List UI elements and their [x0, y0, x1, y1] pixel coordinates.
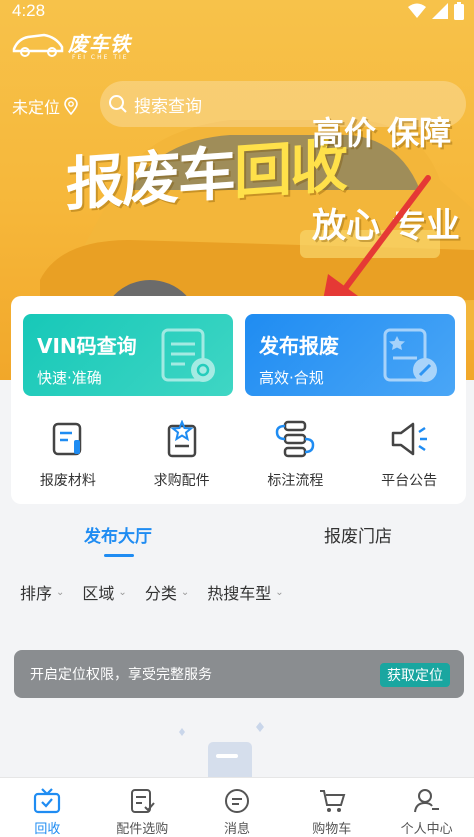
parts-list-icon [131, 789, 155, 813]
filter-label: 热搜车型 [207, 584, 272, 603]
quick-actions-card: VIN码查询 快速·准确 发布报废 高效·合规 报废材料 求购配件 标注流程 平… [11, 296, 466, 504]
tabbar-label: 个人中心 [400, 822, 453, 837]
chevron-down-icon: ⌄ [275, 586, 284, 598]
filter-hot-models[interactable]: 热搜车型 ⌄ [207, 580, 283, 604]
filter-label: 区域 [82, 584, 115, 603]
battery-icon [454, 2, 464, 20]
report-search-icon [161, 328, 215, 382]
tabbar-parts[interactable]: 配件选购 [95, 778, 190, 837]
tab-scrap-stores[interactable]: 报废门店 [324, 522, 392, 547]
search-placeholder: 搜索查询 [134, 96, 202, 117]
status-icons [408, 2, 464, 20]
status-time: 4:28 [12, 1, 46, 20]
filter-bar: 排序 ⌄ 区域 ⌄ 分类 ⌄ 热搜车型 ⌄ [20, 580, 302, 604]
tabbar-messages[interactable]: 消息 [190, 778, 285, 837]
menu-label: 报废材料 [39, 473, 96, 489]
status-bar: 4:28 [0, 0, 474, 24]
tabbar-recycle[interactable]: 回收 [0, 778, 95, 837]
menu-item-scrap-materials[interactable]: 报废材料 [11, 414, 125, 490]
chevron-down-icon: ⌄ [118, 586, 127, 598]
tab-active-indicator [104, 554, 134, 557]
tabbar-label: 消息 [223, 822, 250, 837]
banner-main-a: 报废车 [66, 139, 235, 219]
menu-item-process[interactable]: 标注流程 [239, 414, 353, 490]
filter-category[interactable]: 分类 ⌄ [145, 580, 189, 604]
wifi-icon [408, 3, 426, 18]
megaphone-icon [391, 422, 428, 456]
brand-logo: 废车铁 FEI CHE TIE [12, 28, 131, 61]
search-icon [109, 95, 127, 113]
tab-publish-hall[interactable]: 发布大厅 [84, 522, 152, 547]
tabbar-profile[interactable]: 个人中心 [379, 778, 474, 837]
menu-label: 平台公告 [381, 473, 438, 489]
filter-label: 分类 [144, 584, 177, 603]
get-location-button[interactable]: 获取定位 [380, 663, 450, 687]
tabbar-cart[interactable]: 购物车 [284, 778, 379, 837]
user-icon [413, 789, 439, 813]
document-wrench-icon [383, 328, 437, 382]
notice-text: 开启定位权限，享受完整服务 [30, 667, 212, 683]
message-icon [224, 789, 249, 813]
content-tabs: 发布大厅 报废门店 [0, 512, 474, 562]
filter-sort[interactable]: 排序 ⌄ [20, 580, 64, 604]
menu-item-buy-parts[interactable]: 求购配件 [125, 414, 239, 490]
location-permission-notice: 开启定位权限，享受完整服务 获取定位 [14, 650, 464, 698]
document-icon [52, 422, 82, 456]
menu-label: 标注流程 [267, 473, 324, 489]
banner-tag-1: 高价 保障 [312, 114, 452, 152]
publish-scrap-button[interactable]: 发布报废 高效·合规 [245, 314, 455, 396]
car-logo-icon [12, 33, 64, 57]
tabbar-label: 购物车 [312, 822, 352, 837]
menu-label: 求购配件 [153, 473, 210, 489]
chevron-down-icon: ⌄ [56, 586, 65, 598]
shortcut-menu: 报废材料 求购配件 标注流程 平台公告 [11, 414, 466, 490]
clipboard-star-icon [167, 420, 196, 458]
brand-sub: FEI CHE TIE [72, 54, 129, 61]
vin-query-button[interactable]: VIN码查询 快速·准确 [23, 314, 233, 396]
brand-name: 废车铁 [68, 32, 131, 56]
tabbar-label: 回收 [34, 822, 61, 837]
filter-region[interactable]: 区域 ⌄ [82, 580, 126, 604]
location-selector[interactable]: 未定位 [12, 94, 78, 118]
recycle-tv-icon [34, 788, 61, 814]
flow-icon [276, 420, 315, 458]
location-pin-icon [64, 97, 78, 115]
location-label: 未定位 [12, 98, 61, 117]
filter-label: 排序 [20, 584, 53, 603]
signal-icon [432, 3, 448, 19]
cart-icon [319, 790, 346, 812]
tabbar-label: 配件选购 [116, 822, 169, 837]
menu-item-announcements[interactable]: 平台公告 [352, 414, 466, 490]
chevron-down-icon: ⌄ [180, 586, 190, 598]
empty-state-illustration [179, 722, 264, 780]
bottom-tab-bar: 回收 配件选购 消息 购物车 个人中心 [0, 777, 474, 837]
